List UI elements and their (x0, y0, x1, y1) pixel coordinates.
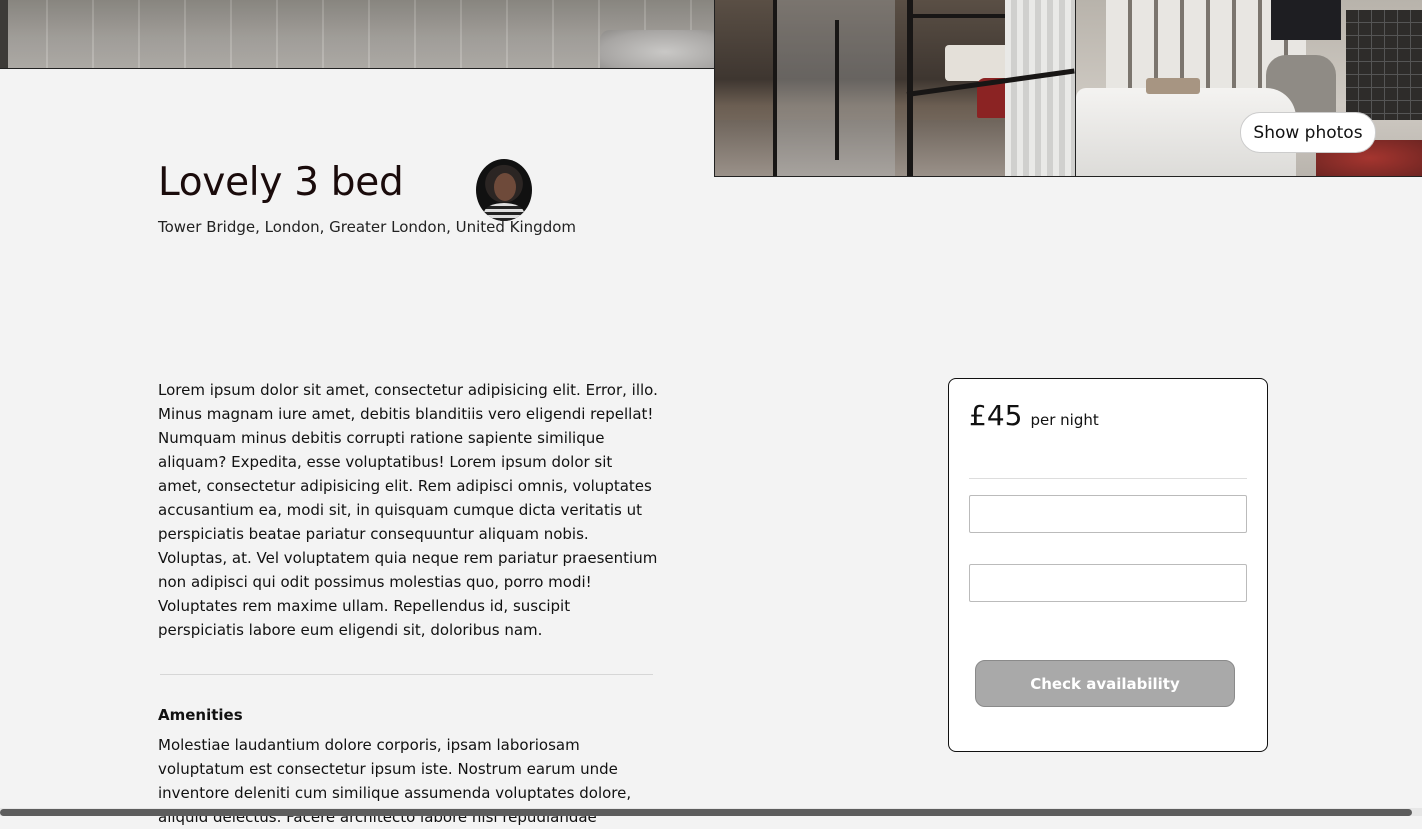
price-unit: per night (1030, 411, 1099, 429)
main-photo[interactable] (0, 0, 715, 69)
check-availability-button[interactable]: Check availability (975, 660, 1235, 707)
price-row: £45 per night (969, 399, 1099, 432)
price-amount: £45 (969, 399, 1023, 432)
check-in-input[interactable] (969, 495, 1247, 533)
scrollbar-thumb[interactable] (0, 809, 1412, 816)
photo-detail (0, 0, 8, 68)
listing-title: Lovely 3 bed (158, 160, 404, 205)
photo-detail (1146, 78, 1200, 94)
amenities-heading: Amenities (158, 706, 243, 724)
show-photos-button[interactable]: Show photos (1240, 112, 1376, 153)
check-out-input[interactable] (969, 564, 1247, 602)
photo-detail (1271, 0, 1341, 40)
photo-detail (835, 20, 839, 160)
horizontal-scrollbar[interactable] (0, 808, 1422, 816)
listing-description: Lorem ipsum dolor sit amet, consectetur … (158, 381, 658, 639)
photo-detail (600, 30, 714, 68)
photo-detail (1005, 0, 1076, 176)
photo-detail (773, 0, 777, 176)
avatar-face (494, 173, 516, 201)
bedroom-photo[interactable] (1075, 0, 1422, 177)
photo-detail (907, 0, 913, 176)
host-avatar[interactable] (476, 159, 532, 221)
hallway-photo[interactable] (714, 0, 1076, 177)
listing-location: Tower Bridge, London, Greater London, Un… (158, 218, 577, 236)
section-divider (160, 674, 653, 675)
card-divider (969, 478, 1247, 479)
photo-detail (1346, 10, 1422, 120)
booking-card: £45 per night Check availability (948, 378, 1268, 752)
